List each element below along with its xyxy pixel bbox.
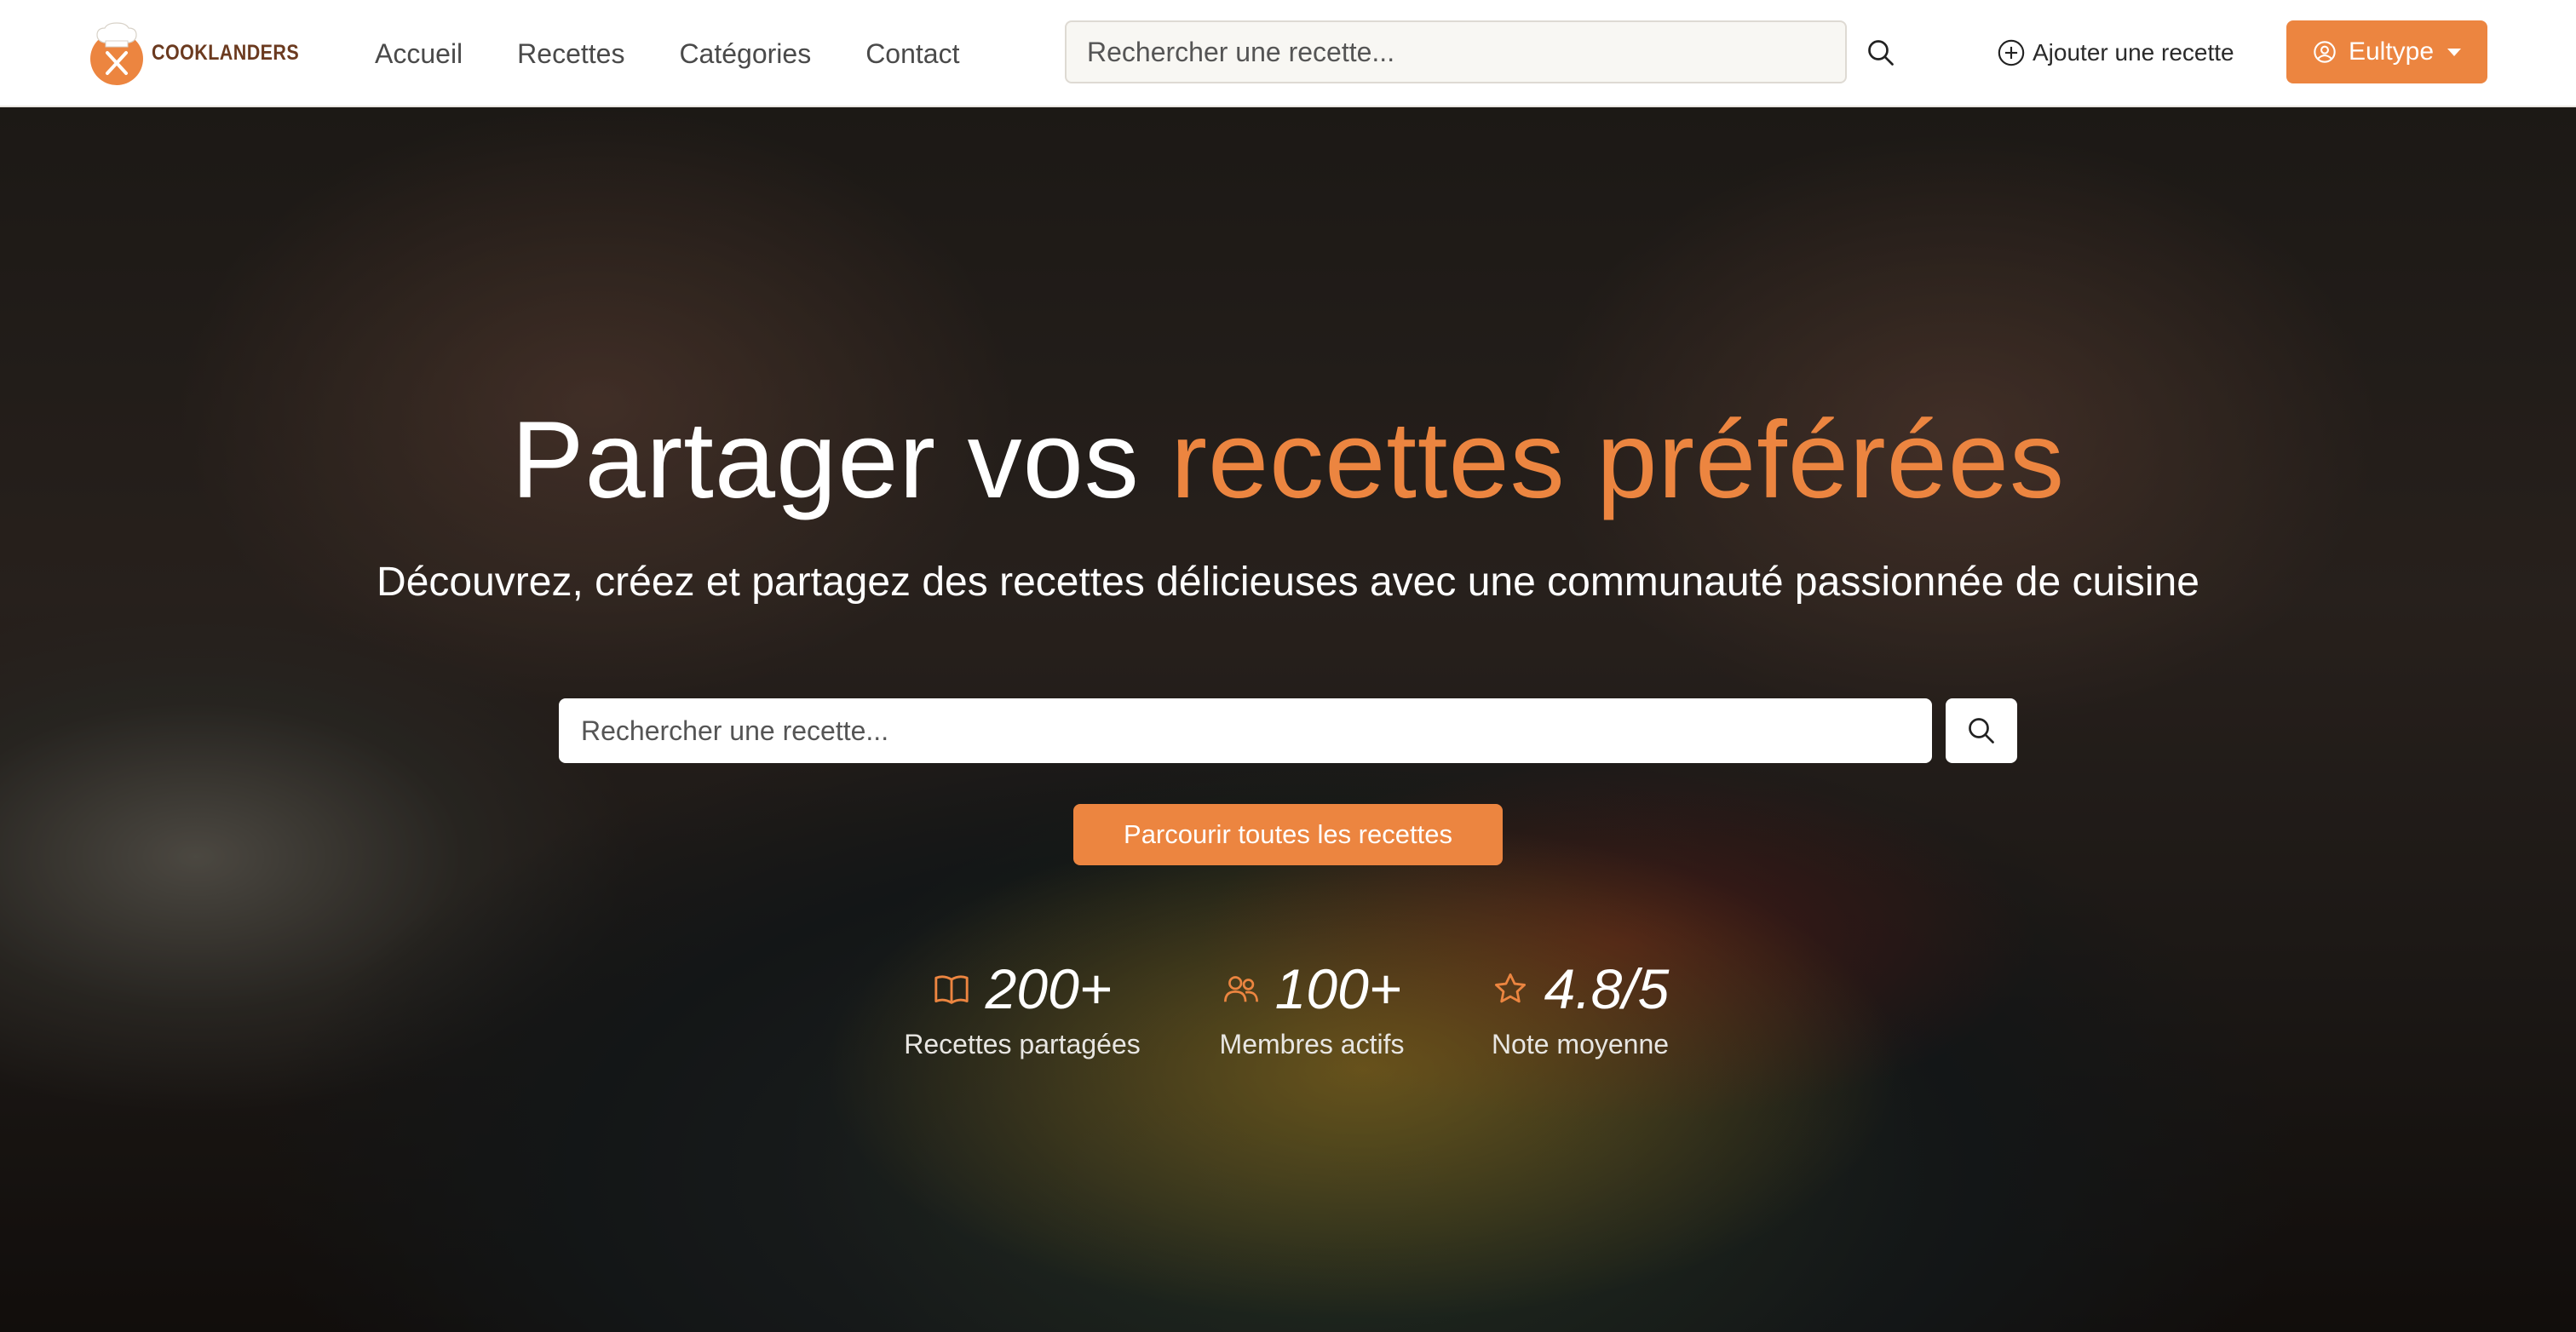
- users-icon: [1223, 976, 1258, 1002]
- stat-value: 200+: [985, 957, 1113, 1020]
- hero-title-main: Partager vos: [511, 399, 1140, 521]
- hero-title: Partager vos recettes préférées: [0, 397, 2576, 525]
- user-name: Eultype: [2348, 37, 2435, 66]
- nav-link-accueil[interactable]: Accueil: [375, 38, 463, 70]
- stat-value: 100+: [1274, 957, 1402, 1020]
- hero-search-button[interactable]: [1946, 698, 2017, 763]
- plus-circle-icon: [1998, 39, 2025, 66]
- user-circle-icon: [2314, 41, 2336, 63]
- top-navbar: COOKLANDERS Accueil Recettes Catégories …: [0, 0, 2576, 107]
- add-recipe-link[interactable]: Ajouter une recette: [1997, 32, 2234, 73]
- nav-link-recettes[interactable]: Recettes: [517, 38, 624, 70]
- main-nav: Accueil Recettes Catégories Contact: [375, 0, 1014, 107]
- browse-recipes-button[interactable]: Parcourir toutes les recettes: [1073, 804, 1503, 865]
- stat-recipes: 200+ Recettes partagées: [894, 950, 1150, 1060]
- nav-search-button[interactable]: [1860, 32, 1901, 73]
- stat-label: Note moyenne: [1491, 1029, 1670, 1059]
- stat-members: 100+ Membres actifs: [1201, 950, 1423, 1060]
- nav-search-input[interactable]: [1065, 20, 1847, 83]
- user-menu-button[interactable]: Eultype: [2286, 20, 2487, 83]
- brand-logo[interactable]: COOKLANDERS: [87, 17, 323, 89]
- chevron-down-icon: [2447, 48, 2462, 56]
- star-icon: [1494, 973, 1526, 1003]
- add-recipe-label: Ajouter une recette: [2033, 39, 2234, 66]
- hero-search-input[interactable]: [559, 698, 1932, 763]
- search-icon: [1969, 718, 1994, 744]
- nav-link-contact[interactable]: Contact: [865, 38, 959, 70]
- search-icon: [1868, 40, 1894, 66]
- stat-rating: 4.8/5 Note moyenne: [1474, 950, 1687, 1060]
- stat-value: 4.8/5: [1544, 957, 1670, 1020]
- nav-link-categories[interactable]: Catégories: [679, 38, 811, 70]
- brand-name: COOKLANDERS: [152, 40, 300, 65]
- chef-hat-logo-icon: [90, 22, 143, 85]
- book-icon: [934, 975, 969, 1004]
- hero-subtitle: Découvrez, créez et partagez des recette…: [377, 560, 2199, 605]
- stat-label: Recettes partagées: [904, 1029, 1141, 1059]
- stat-label: Membres actifs: [1219, 1029, 1405, 1059]
- hero-title-accent: recettes préférées: [1170, 399, 2065, 521]
- hero-section: Partager vos recettes préférées Découvre…: [0, 107, 2576, 1332]
